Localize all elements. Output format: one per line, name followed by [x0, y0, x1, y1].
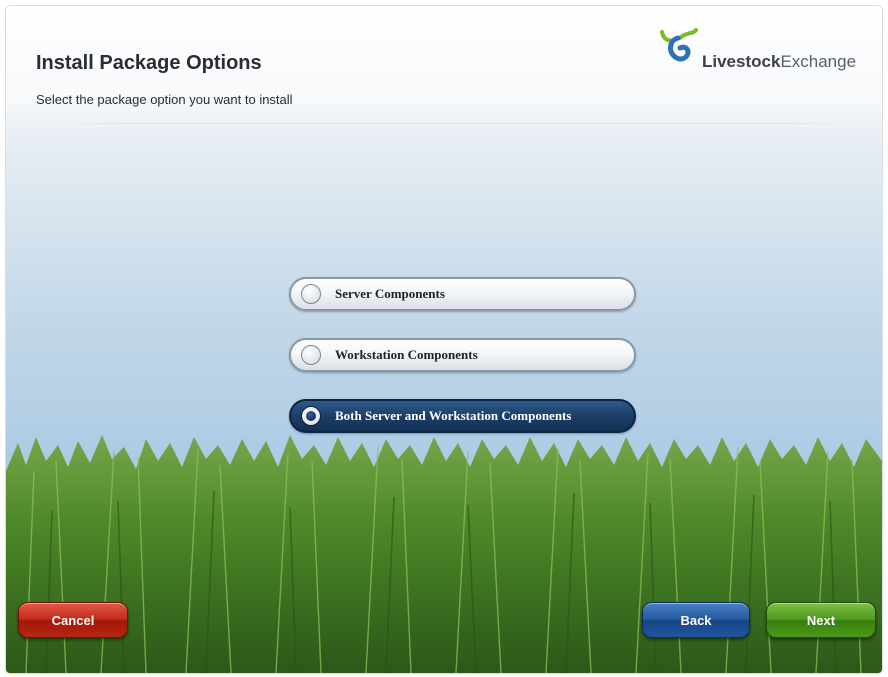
logo-wordmark-bold: Livestock: [702, 52, 781, 71]
header-divider: [30, 123, 878, 124]
option-label: Both Server and Workstation Components: [335, 408, 572, 423]
next-button[interactable]: Next: [766, 602, 876, 638]
radio-button-icon[interactable]: [301, 345, 321, 365]
page-subtitle: Select the package option you want to in…: [36, 92, 293, 107]
option-server-components[interactable]: Server Components: [289, 277, 636, 311]
livestock-exchange-logo-icon: [660, 28, 698, 62]
option-label: Server Components: [335, 286, 445, 301]
back-button[interactable]: Back: [642, 602, 750, 638]
cancel-button[interactable]: Cancel: [18, 602, 128, 638]
page-title: Install Package Options: [36, 52, 262, 74]
logo-wordmark: LivestockExchange: [702, 52, 856, 72]
option-label: Workstation Components: [335, 347, 478, 362]
logo-wordmark-light: Exchange: [780, 52, 857, 71]
grass-field-background: [6, 435, 882, 673]
livestock-exchange-logo: LivestockExchange: [658, 26, 878, 71]
installer-window: Install Package Options Select the packa…: [6, 6, 882, 673]
option-workstation-components[interactable]: Workstation Components: [289, 338, 636, 372]
option-both-components[interactable]: Both Server and Workstation Components: [289, 399, 636, 433]
radio-button-icon[interactable]: [301, 284, 321, 304]
radio-button-selected-icon[interactable]: [301, 406, 321, 426]
